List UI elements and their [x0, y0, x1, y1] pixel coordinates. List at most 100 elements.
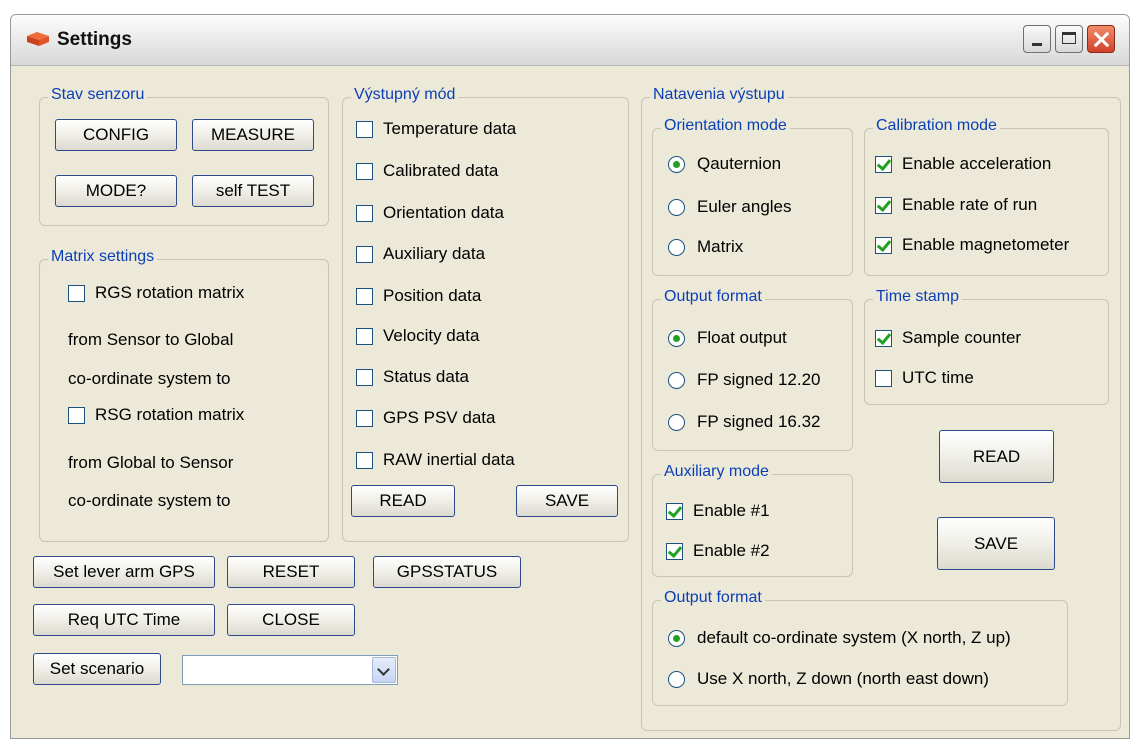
checkbox-box[interactable] [356, 120, 373, 138]
radio-circle[interactable] [668, 238, 685, 256]
checkbox-box[interactable] [356, 245, 373, 263]
radio-circle[interactable] [668, 629, 685, 647]
reset-button[interactable]: RESET [227, 556, 355, 588]
utc-time-checkbox[interactable]: UTC time [875, 368, 974, 388]
mode-button[interactable]: MODE? [55, 175, 177, 207]
checkbox-box[interactable] [875, 369, 892, 387]
default-coordinate-system-radio[interactable]: default co-ordinate system (X north, Z u… [668, 628, 1011, 648]
fp-signed-16-32-radio[interactable]: FP signed 16.32 [668, 412, 821, 432]
radio-label: default co-ordinate system (X north, Z u… [697, 628, 1011, 647]
checkbox-label: Sample counter [902, 328, 1022, 347]
group-label: Natavenia výstupu [650, 86, 788, 104]
radio-circle[interactable] [668, 155, 685, 173]
enable-2-checkbox[interactable]: Enable #2 [666, 541, 770, 561]
checkbox-box[interactable] [875, 329, 892, 347]
velocity-data-checkbox[interactable]: Velocity data [356, 326, 479, 346]
temperature-data-checkbox[interactable]: Temperature data [356, 119, 516, 139]
group-label: Output format [661, 589, 765, 607]
self-test-button[interactable]: self TEST [192, 175, 314, 207]
auxiliary-mode-group: Auxiliary mode [652, 463, 853, 577]
checkbox-box[interactable] [356, 204, 373, 222]
close-window-button[interactable] [1087, 25, 1115, 53]
euler-angles-radio[interactable]: Euler angles [668, 197, 792, 217]
output-mode-read-button[interactable]: READ [351, 485, 455, 517]
gpsstatus-button[interactable]: GPSSTATUS [373, 556, 521, 588]
checkbox-box[interactable] [356, 327, 373, 345]
matrix-description-text: co-ordinate system to [68, 369, 231, 388]
checkbox-box[interactable] [875, 236, 892, 254]
radio-circle[interactable] [668, 670, 685, 688]
group-label: Orientation mode [661, 117, 790, 135]
minimize-button[interactable] [1023, 25, 1051, 53]
title-bar[interactable]: Settings [11, 15, 1129, 66]
radio-label: Euler angles [697, 197, 792, 216]
checkbox-box[interactable] [666, 502, 683, 520]
radio-circle[interactable] [668, 413, 685, 431]
matrix-description-text: from Sensor to Global [68, 330, 234, 349]
radio-label: FP signed 12.20 [697, 370, 821, 389]
enable-rate-of-run-checkbox[interactable]: Enable rate of run [875, 195, 1037, 215]
output-mode-save-button[interactable]: SAVE [516, 485, 618, 517]
settings-save-button[interactable]: SAVE [937, 517, 1055, 570]
scenario-dropdown[interactable] [182, 655, 398, 685]
group-label: Time stamp [873, 288, 962, 306]
maximize-button[interactable] [1055, 25, 1083, 53]
close-button[interactable]: CLOSE [227, 604, 355, 636]
settings-window: Settings Stav senzoru CONFIG MEASURE MOD… [10, 14, 1130, 739]
group-label: Calibration mode [873, 117, 1000, 135]
checkbox-box[interactable] [356, 409, 373, 427]
settings-read-button[interactable]: READ [939, 430, 1054, 483]
checkbox-box[interactable] [356, 451, 373, 469]
rgs-matrix-checkbox[interactable]: RGS rotation matrix [68, 283, 244, 303]
sample-counter-checkbox[interactable]: Sample counter [875, 328, 1021, 348]
raw-inertial-data-checkbox[interactable]: RAW inertial data [356, 450, 515, 470]
rsg-matrix-checkbox[interactable]: RSG rotation matrix [68, 405, 244, 425]
config-button[interactable]: CONFIG [55, 119, 177, 151]
checkbox-box[interactable] [666, 542, 683, 560]
enable-acceleration-checkbox[interactable]: Enable acceleration [875, 154, 1051, 174]
float-output-radio[interactable]: Float output [668, 328, 787, 348]
req-utc-time-button[interactable]: Req UTC Time [33, 604, 215, 636]
checkbox-label: Enable rate of run [902, 195, 1038, 214]
group-label: Output format [661, 288, 765, 306]
enable-magnetometer-checkbox[interactable]: Enable magnetometer [875, 235, 1069, 255]
matrix-radio[interactable]: Matrix [668, 237, 743, 257]
group-label: Auxiliary mode [661, 463, 772, 481]
checkbox-label: Orientation data [383, 203, 504, 222]
group-label: Stav senzoru [48, 86, 148, 104]
radio-label: Qauternion [697, 154, 782, 173]
calibrated-data-checkbox[interactable]: Calibrated data [356, 161, 498, 181]
radio-circle[interactable] [668, 329, 685, 347]
radio-label: Matrix [697, 237, 744, 256]
auxiliary-data-checkbox[interactable]: Auxiliary data [356, 244, 485, 264]
chevron-down-icon[interactable] [372, 657, 396, 683]
checkbox-label: Enable acceleration [902, 154, 1052, 173]
matrix-description-text: co-ordinate system to [68, 491, 231, 510]
radio-circle[interactable] [668, 198, 685, 216]
checkbox-label: Velocity data [383, 326, 480, 345]
radio-label: Float output [697, 328, 787, 347]
fp-signed-12-20-radio[interactable]: FP signed 12.20 [668, 370, 821, 390]
enable-1-checkbox[interactable]: Enable #1 [666, 501, 770, 521]
checkbox-box[interactable] [68, 406, 85, 424]
quaternion-radio[interactable]: Qauternion [668, 154, 781, 174]
checkbox-box[interactable] [356, 368, 373, 386]
orientation-data-checkbox[interactable]: Orientation data [356, 203, 504, 223]
checkbox-box[interactable] [875, 155, 892, 173]
set-scenario-button[interactable]: Set scenario [33, 653, 161, 685]
checkbox-label: Enable #1 [693, 501, 770, 520]
checkbox-box[interactable] [68, 284, 85, 302]
position-data-checkbox[interactable]: Position data [356, 286, 481, 306]
radio-circle[interactable] [668, 371, 685, 389]
status-data-checkbox[interactable]: Status data [356, 367, 469, 387]
checkbox-box[interactable] [356, 162, 373, 180]
set-lever-arm-gps-button[interactable]: Set lever arm GPS [33, 556, 215, 588]
gps-psv-data-checkbox[interactable]: GPS PSV data [356, 408, 495, 428]
group-label: Matrix settings [48, 248, 158, 266]
checkbox-label: RSG rotation matrix [95, 405, 245, 424]
app-icon [27, 32, 49, 46]
measure-button[interactable]: MEASURE [192, 119, 314, 151]
checkbox-box[interactable] [356, 287, 373, 305]
north-east-down-radio[interactable]: Use X north, Z down (north east down) [668, 669, 989, 689]
checkbox-box[interactable] [875, 196, 892, 214]
